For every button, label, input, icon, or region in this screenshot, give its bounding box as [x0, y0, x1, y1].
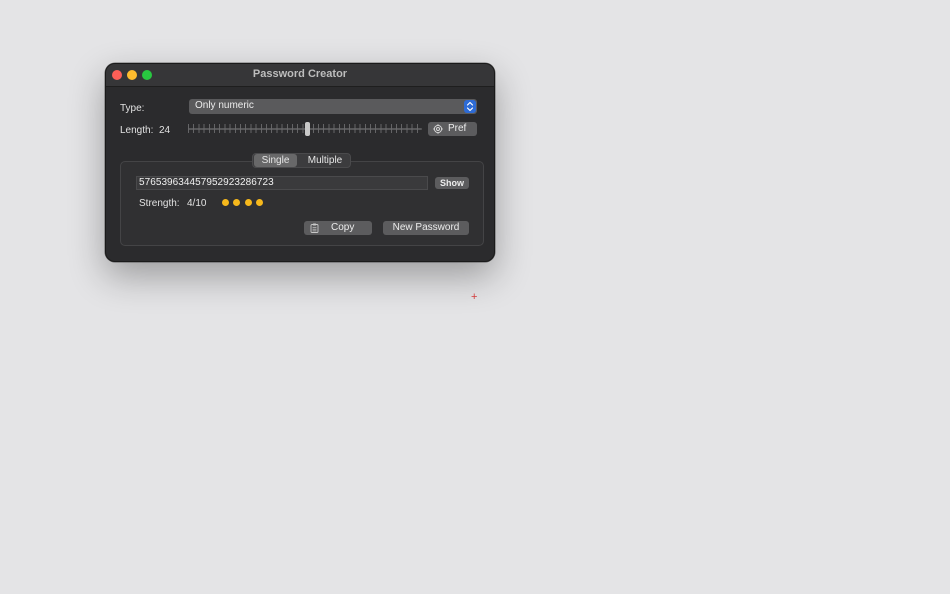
mode-segmented-control[interactable]: Single Multiple [252, 153, 351, 168]
pref-button-label: Pref [448, 123, 467, 134]
window-title: Password Creator [252, 68, 348, 80]
length-label: Length: [120, 125, 154, 136]
password-creator-window: Password Creator Type: Only numeric Leng… [105, 63, 495, 262]
type-label: Type: [120, 103, 145, 114]
chevron-up-down-icon [464, 100, 476, 113]
desktop: Password Creator Type: Only numeric Leng… [0, 0, 950, 594]
show-button[interactable]: Show [435, 177, 469, 189]
password-value: 576539634457952923286723 [139, 177, 274, 188]
copy-button-label: Copy [331, 222, 355, 233]
type-select-value: Only numeric [195, 100, 254, 111]
clipboard-icon [310, 223, 319, 238]
crosshair-cursor-icon: + [471, 291, 478, 303]
password-field[interactable]: 576539634457952923286723 [136, 176, 428, 190]
copy-button[interactable]: Copy [304, 221, 372, 235]
type-select[interactable]: Only numeric [189, 99, 477, 114]
strength-dot [255, 199, 263, 206]
tab-single[interactable]: Single [254, 154, 297, 167]
tab-multiple[interactable]: Multiple [299, 154, 351, 167]
pref-button[interactable]: Pref [428, 122, 477, 136]
slider-knob[interactable] [305, 122, 311, 136]
new-password-button[interactable]: New Password [383, 221, 469, 235]
strength-label: Strength: [139, 198, 180, 209]
length-slider[interactable] [188, 122, 422, 136]
gear-icon [433, 124, 443, 139]
strength-dot [222, 199, 229, 206]
title-bar[interactable]: Password Creator [106, 64, 494, 87]
strength-dot [244, 199, 252, 206]
strength-value: 4/10 [187, 198, 207, 209]
length-value: 24 [159, 125, 171, 136]
